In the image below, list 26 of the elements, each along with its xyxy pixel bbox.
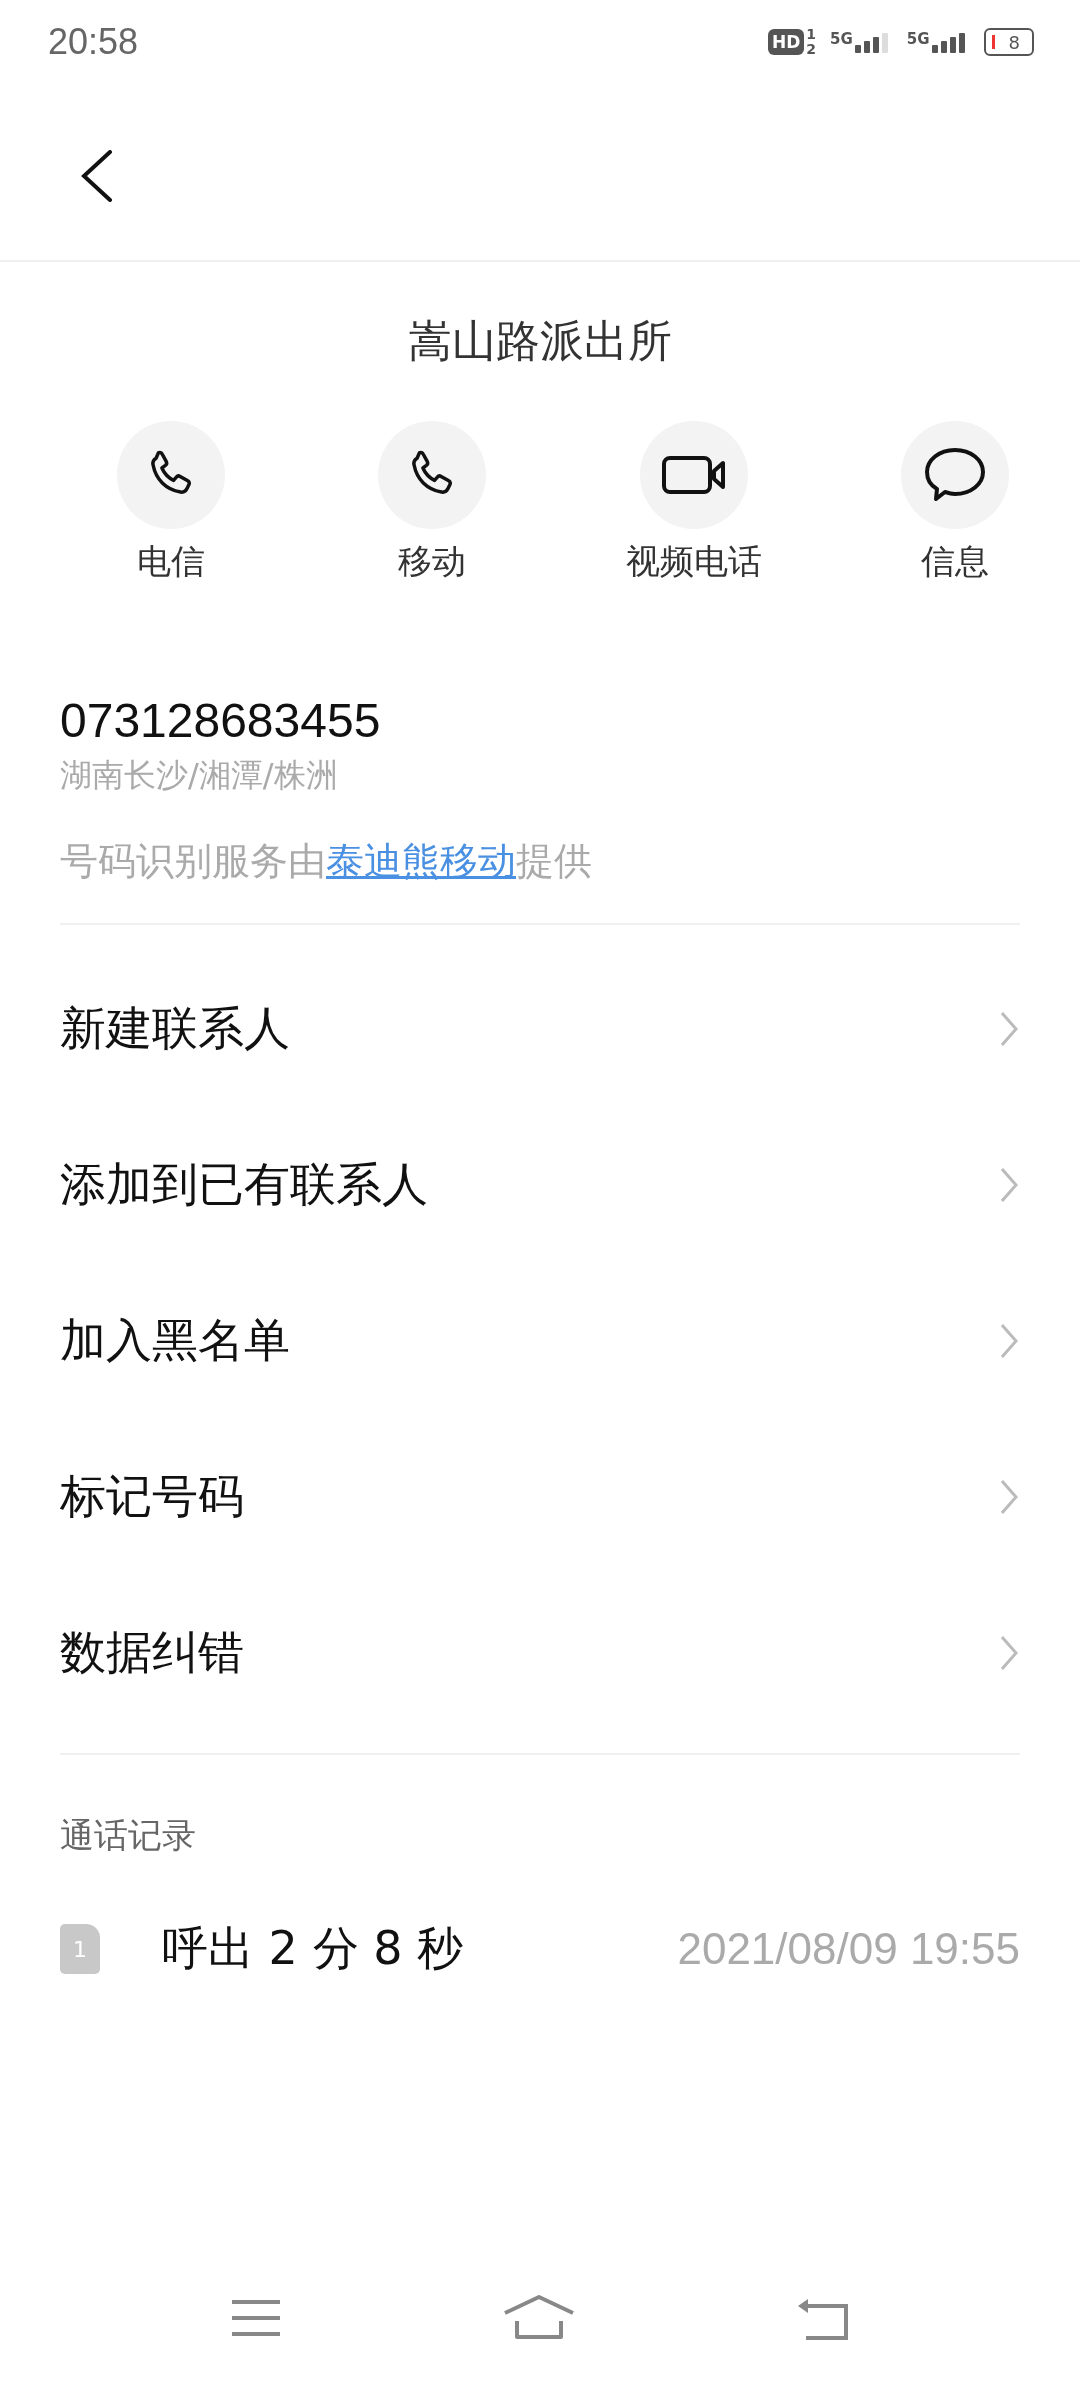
back-icon[interactable] [80,150,114,202]
phone-number: 073128683455 [60,693,381,748]
menu-item[interactable]: 标记号码 [0,1419,1080,1575]
menu-item[interactable]: 加入黑名单 [0,1263,1080,1419]
chevron-icon [1000,1011,1018,1047]
section-title: 通话记录 [60,1814,196,1857]
number-location: 湖南长沙/湘潭/株洲 [60,755,338,796]
chevron-icon [1000,1635,1018,1671]
video-camera-icon [660,455,727,495]
action-label: 视频电话 [625,540,762,583]
status-time: 20:58 [48,21,139,63]
action-label: 移动 [398,540,467,583]
chevron-icon [1000,1479,1018,1515]
battery-icon: 8 [983,28,1034,56]
menu-item[interactable]: 数据纠错 [0,1575,1080,1731]
chat-bubble-icon [924,447,986,503]
chevron-icon [1000,1167,1018,1203]
contact-name: 嵩山路派出所 [408,314,672,368]
menu-icon[interactable] [230,2298,283,2338]
chevron-icon [1000,1323,1018,1359]
menu-item[interactable]: 新建联系人 [0,951,1080,1107]
action-label: 电信 [137,540,205,583]
provider-note: 号码识别服务由泰迪熊移动提供 [60,838,592,885]
menu-item[interactable]: 添加到已有联系人 [0,1107,1080,1263]
home-icon[interactable] [503,2295,575,2341]
action-label: 信息 [921,540,989,583]
